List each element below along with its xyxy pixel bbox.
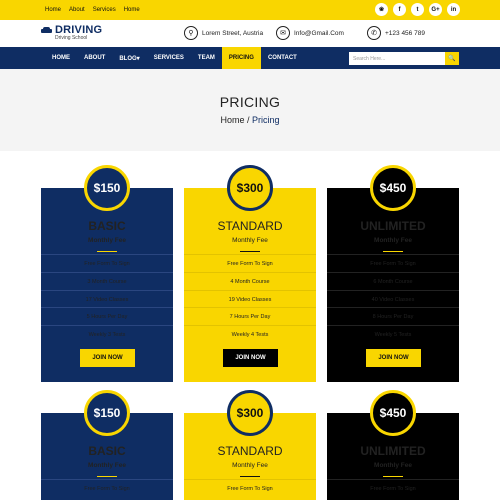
plan-feature: Weekly 4 Tests [184, 325, 316, 343]
plan-feature: 17 Video Classes [41, 290, 173, 308]
price-badge: $450 [370, 165, 416, 211]
plan-subtitle: Monthly Fee [88, 462, 126, 469]
envelope-icon: ✉ [276, 26, 290, 40]
top-bar: Home About Services Home ❀ f t G+ in [0, 0, 500, 20]
top-links: Home About Services Home [45, 0, 148, 20]
plan-feature: 4 Month Course [184, 272, 316, 290]
price-badge: $300 [227, 165, 273, 211]
top-link-home-2[interactable]: Home [124, 7, 140, 13]
nav-services[interactable]: SERVICES [147, 47, 191, 69]
twitter-icon[interactable]: t [411, 3, 424, 16]
top-link-services[interactable]: Services [93, 7, 116, 13]
plan-feature: Free Form To Sign [41, 254, 173, 272]
plan-divider [240, 251, 260, 252]
plan-feature: Free Form To Sign [41, 479, 173, 497]
map-pin-icon: ⚲ [184, 26, 198, 40]
phone-icon: ✆ [367, 26, 381, 40]
join-now-button[interactable]: JOIN NOW [80, 349, 135, 367]
join-now-button[interactable]: JOIN NOW [366, 349, 421, 367]
search-input[interactable] [349, 52, 445, 65]
plan-feature: 3 Month Course [41, 272, 173, 290]
breadcrumb-home[interactable]: Home [220, 115, 244, 125]
google-plus-icon[interactable]: G+ [429, 3, 442, 16]
plan-divider [240, 476, 260, 477]
phone-text[interactable]: +123 456 789 [385, 30, 425, 37]
main-nav: HOME ABOUT BLOG▾ SERVICES TEAM PRICING C… [0, 47, 500, 69]
plan-feature: Free Form To Sign [327, 479, 459, 497]
car-icon [41, 26, 52, 34]
nav-contact[interactable]: CONTACT [261, 47, 304, 69]
search-icon: 🔍 [448, 56, 456, 62]
plan-feature: 7 Hours Per Day [184, 307, 316, 325]
email-text[interactable]: Info@Gmail.Com [294, 30, 344, 37]
plan-subtitle: Monthly Fee [374, 237, 412, 244]
rss-icon[interactable]: ❀ [375, 3, 388, 16]
plan-divider [383, 251, 403, 252]
contact-email: ✉ Info@Gmail.Com [276, 26, 344, 40]
plan-divider [97, 251, 117, 252]
breadcrumb: Home / Pricing [0, 115, 500, 125]
linkedin-icon[interactable]: in [447, 3, 460, 16]
search-box: 🔍 [349, 52, 459, 65]
plan-subtitle: Monthly Fee [232, 462, 268, 469]
plan-feature: 6 Month Course [327, 272, 459, 290]
plan-subtitle: Monthly Fee [374, 462, 412, 469]
facebook-icon[interactable]: f [393, 3, 406, 16]
page-banner: PRICING Home / Pricing [0, 69, 500, 151]
nav-pricing[interactable]: PRICING [221, 47, 261, 69]
plan-feature: Free Form To Sign [184, 479, 316, 497]
plan-feature: Free Form To Sign [184, 254, 316, 272]
plan-name: UNLIMITED [360, 219, 426, 233]
plan-feature: 19 Video Classes [184, 290, 316, 308]
plan-feature: Weekly 5 Tests [327, 325, 459, 343]
contact-address: ⚲ Lorem Street, Austria [184, 26, 263, 40]
site-header: DRIVING Driving School ⚲ Lorem Street, A… [0, 20, 500, 47]
search-button[interactable]: 🔍 [445, 52, 459, 65]
page-title: PRICING [219, 94, 281, 110]
plan-name: BASIC [88, 219, 126, 233]
address-text: Lorem Street, Austria [202, 29, 264, 37]
join-now-button[interactable]: JOIN NOW [223, 349, 278, 367]
logo[interactable]: DRIVING Driving School [41, 24, 102, 41]
nav-home[interactable]: HOME [45, 47, 77, 69]
plan-name: STANDARD [217, 444, 283, 458]
plan-name: STANDARD [217, 219, 283, 233]
plan-feature: 5 Hours Per Day [41, 307, 173, 325]
price-badge: $450 [370, 390, 416, 436]
top-link-about[interactable]: About [69, 7, 85, 13]
breadcrumb-separator: / [244, 115, 252, 125]
contact-phone: ✆ +123 456 789 [367, 26, 425, 40]
plan-feature: 8 Hours Per Day [327, 307, 459, 325]
plan-subtitle: Monthly Fee [232, 237, 268, 244]
plan-divider [383, 476, 403, 477]
plan-name: BASIC [88, 444, 126, 458]
plan-subtitle: Monthly Fee [88, 237, 126, 244]
breadcrumb-current: Pricing [252, 115, 280, 125]
social-links: ❀ f t G+ in [370, 3, 460, 16]
plan-feature: 40 Video Classes [327, 290, 459, 308]
price-badge: $150 [84, 165, 130, 211]
plan-feature: Free Form To Sign [327, 254, 459, 272]
nav-blog[interactable]: BLOG▾ [112, 47, 146, 69]
plan-feature: Weekly 3 Tests [41, 325, 173, 343]
plan-name: UNLIMITED [360, 444, 426, 458]
price-badge: $300 [227, 390, 273, 436]
nav-about[interactable]: ABOUT [77, 47, 112, 69]
nav-team[interactable]: TEAM [191, 47, 222, 69]
plan-divider [97, 476, 117, 477]
top-link-home[interactable]: Home [45, 7, 61, 13]
price-badge: $150 [84, 390, 130, 436]
